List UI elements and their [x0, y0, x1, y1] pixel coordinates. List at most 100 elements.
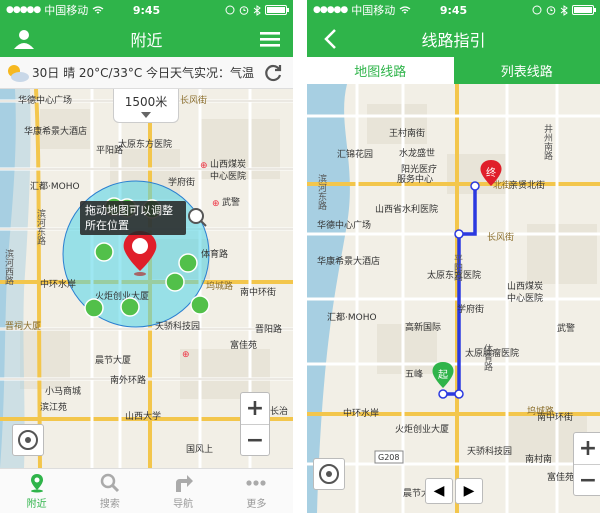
svg-text:平阳路: 平阳路	[452, 254, 463, 282]
svg-text:火炬创业大厦: 火炬创业大厦	[395, 423, 449, 435]
refresh-icon[interactable]	[263, 63, 283, 83]
nearby-screen: ●●●●● 中国移动 9:45 附近 华德中心广场 华康希景大酒店 平阳路 太原…	[0, 0, 293, 513]
svg-text:富佳苑: 富佳苑	[547, 471, 574, 483]
tab-label: 更多	[246, 498, 267, 510]
battery-icon	[265, 5, 289, 15]
map-pin-icon	[30, 473, 43, 492]
zoom-in-button[interactable]: +	[241, 393, 269, 424]
weather-sunny-icon	[8, 64, 29, 82]
nav-bar: 线路指引	[307, 20, 600, 57]
clock: 9:45	[132, 3, 161, 17]
more-icon	[246, 479, 266, 486]
svg-text:火炬创业大厦: 火炬创业大厦	[95, 290, 149, 302]
svg-text:滨河东路: 滨河东路	[35, 208, 46, 246]
svg-text:华德中心广场: 华德中心广场	[317, 219, 371, 231]
svg-text:华德中心广场: 华德中心广场	[18, 94, 72, 106]
previous-step-button[interactable]: ◀	[425, 478, 453, 504]
navigate-icon	[176, 474, 194, 492]
svg-text:王村南街: 王村南街	[389, 127, 425, 139]
tab-more[interactable]: 更多	[220, 469, 293, 513]
user-icon[interactable]	[12, 27, 36, 51]
svg-text:中环水岸: 中环水岸	[40, 278, 76, 290]
svg-text:汇都·MOHO: 汇都·MOHO	[327, 312, 377, 323]
svg-text:坞城路: 坞城路	[527, 405, 554, 417]
svg-text:山西省水利医院: 山西省水利医院	[375, 203, 438, 215]
route-view-tabs: 地图线路 列表线路	[307, 57, 600, 84]
clock: 9:45	[439, 3, 468, 17]
page-title: 线路指引	[421, 30, 486, 50]
battery-icon	[572, 5, 596, 15]
status-bar: ●●●●● 中国移动 9:45	[0, 0, 293, 20]
tab-label: 搜索	[99, 498, 120, 510]
svg-text:华康希景大酒店: 华康希景大酒店	[317, 255, 380, 267]
svg-text:山西大学: 山西大学	[125, 410, 161, 422]
svg-text:高新国际: 高新国际	[405, 321, 441, 333]
weather-bar: 30日 晴 20°C/33°C 今日天气实况：气温	[0, 57, 293, 89]
tab-label: 导航	[173, 498, 194, 510]
arrow-left-icon: ◀	[433, 483, 445, 499]
svg-text:晋祠大厦: 晋祠大厦	[5, 320, 41, 332]
svg-text:滨河东路: 滨河东路	[316, 173, 327, 211]
route-map-view[interactable]: 王村南街 汇锦花园 水龙盛世 阳光医疗 服务中心 亲贤北街 山西省水利医院 华德…	[307, 84, 600, 513]
svg-text:北街: 北街	[493, 179, 511, 191]
locate-button[interactable]	[313, 458, 345, 490]
tab-navigate[interactable]: 导航	[147, 469, 220, 513]
tab-list-route[interactable]: 列表线路	[453, 57, 600, 84]
tab-label: 附近	[26, 498, 47, 510]
route-step-controls: ◀ ▶	[425, 478, 483, 504]
highway-shield: G208	[378, 453, 399, 462]
weather-text: 30日 晴 20°C/33°C 今日天气实况：气温	[32, 66, 255, 80]
search-range-value: 1500米	[124, 95, 168, 109]
svg-text:中心医院: 中心医院	[507, 292, 543, 304]
zoom-in-button[interactable]: +	[574, 433, 600, 464]
svg-text:滨江苑: 滨江苑	[40, 401, 67, 413]
svg-text:南村南: 南村南	[525, 453, 552, 465]
tab-map-route[interactable]: 地图线路	[307, 57, 454, 84]
page-title: 附近	[130, 30, 163, 50]
svg-text:武警: 武警	[557, 322, 575, 334]
svg-text:亲贤北街: 亲贤北街	[509, 179, 545, 191]
svg-text:⊕: ⊕	[200, 161, 208, 171]
drag-hint-tooltip: 拖动地图可以调整 所在位置	[80, 201, 207, 235]
chevron-down-icon	[141, 112, 151, 118]
svg-text:天骄科技园: 天骄科技园	[155, 320, 200, 332]
svg-text:天骄科技园: 天骄科技园	[467, 445, 512, 457]
svg-text:坞城路: 坞城路	[206, 280, 233, 292]
back-chevron-icon[interactable]	[319, 27, 343, 51]
svg-text:中环水岸: 中环水岸	[343, 407, 379, 419]
status-bar: ●●●●● 中国移动 9:45	[307, 0, 600, 20]
menu-icon[interactable]	[259, 29, 281, 49]
svg-text:阳光医疗: 阳光医疗	[401, 163, 437, 175]
svg-text:中心医院: 中心医院	[210, 170, 246, 182]
tooltip-line-2: 所在位置	[85, 219, 129, 232]
svg-text:长风街: 长风街	[180, 94, 207, 106]
svg-text:华康希景大酒店: 华康希景大酒店	[24, 125, 87, 137]
svg-text:晋阳路: 晋阳路	[255, 323, 282, 335]
zoom-out-button[interactable]: −	[241, 424, 269, 455]
svg-text:⊕: ⊕	[182, 350, 190, 360]
tab-nearby[interactable]: 附近	[0, 469, 73, 513]
route-guide-screen: ●●●●● 中国移动 9:45 线路指引 地图线路 列表线路 王村南街 汇锦花园…	[307, 0, 600, 513]
locate-button[interactable]	[12, 424, 44, 456]
search-icon	[100, 473, 119, 492]
svg-text:小马商城: 小马商城	[45, 385, 81, 397]
next-step-button[interactable]: ▶	[455, 478, 483, 504]
svg-text:山西煤炭: 山西煤炭	[210, 158, 246, 170]
svg-text:国风上: 国风上	[186, 444, 213, 455]
svg-text:汇锦花园: 汇锦花园	[337, 148, 373, 160]
zoom-out-button[interactable]: −	[574, 464, 600, 495]
svg-text:滨河西路: 滨河西路	[3, 248, 14, 286]
svg-text:学府街: 学府街	[168, 176, 195, 188]
search-range-selector[interactable]: 1500米	[113, 89, 179, 123]
svg-text:长风街: 长风街	[487, 231, 514, 243]
end-label: 终	[486, 166, 496, 179]
svg-text:体育路: 体育路	[482, 343, 493, 372]
start-label: 起	[438, 369, 448, 381]
svg-text:富佳苑: 富佳苑	[230, 339, 257, 351]
tab-search[interactable]: 搜索	[73, 469, 146, 513]
svg-text:长治: 长治	[270, 405, 288, 417]
search-icon[interactable]	[186, 206, 208, 228]
svg-text:五峰: 五峰	[405, 369, 423, 380]
zoom-controls: + −	[573, 432, 600, 496]
svg-text:井州南路: 井州南路	[542, 123, 553, 161]
